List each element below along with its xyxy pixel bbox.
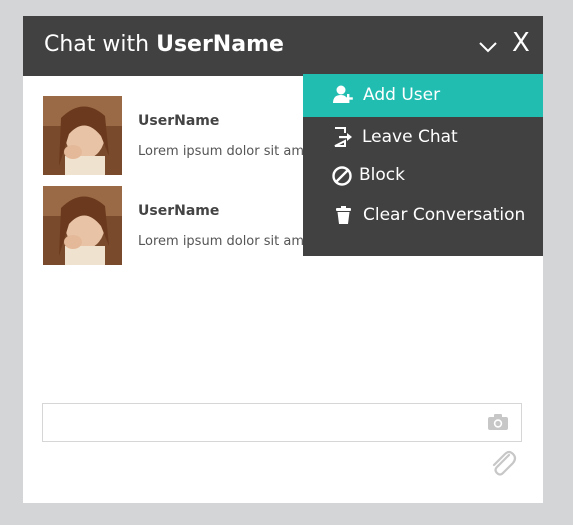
trash-icon — [333, 204, 355, 226]
chat-options-menu: Add User Leave Chat Block Clear Conversa… — [303, 74, 543, 256]
chat-title-prefix: Chat with — [44, 32, 157, 57]
add-user-icon — [333, 85, 355, 107]
menu-item-label: Add User — [363, 85, 441, 105]
avatar[interactable] — [43, 186, 122, 265]
message-username: UserName — [138, 113, 220, 129]
chevron-down-icon — [479, 42, 497, 53]
attachment-icon[interactable] — [487, 448, 517, 478]
menu-item-clear-conversation[interactable]: Clear Conversation — [303, 196, 543, 236]
message-username: UserName — [138, 203, 220, 219]
camera-icon[interactable] — [487, 413, 509, 431]
menu-item-label: Leave Chat — [362, 127, 458, 147]
chat-header: Chat with UserName X — [23, 16, 543, 76]
leave-icon — [332, 126, 354, 148]
minimize-button[interactable] — [478, 38, 498, 54]
avatar[interactable] — [43, 96, 122, 175]
menu-item-block[interactable]: Block — [303, 156, 543, 196]
menu-item-label: Block — [359, 165, 405, 185]
menu-item-label: Clear Conversation — [363, 205, 526, 225]
chat-title-username: UserName — [156, 32, 284, 57]
menu-item-add-user[interactable]: Add User — [303, 74, 543, 117]
block-icon — [331, 165, 353, 187]
message-input[interactable] — [42, 403, 522, 442]
close-button[interactable]: X — [512, 30, 532, 56]
menu-item-leave-chat[interactable]: Leave Chat — [303, 117, 543, 157]
message-text: Lorem ipsum dolor sit amet — [138, 234, 318, 249]
message-text: Lorem ipsum dolor sit amet — [138, 144, 318, 159]
chat-title: Chat with UserName — [44, 31, 284, 59]
